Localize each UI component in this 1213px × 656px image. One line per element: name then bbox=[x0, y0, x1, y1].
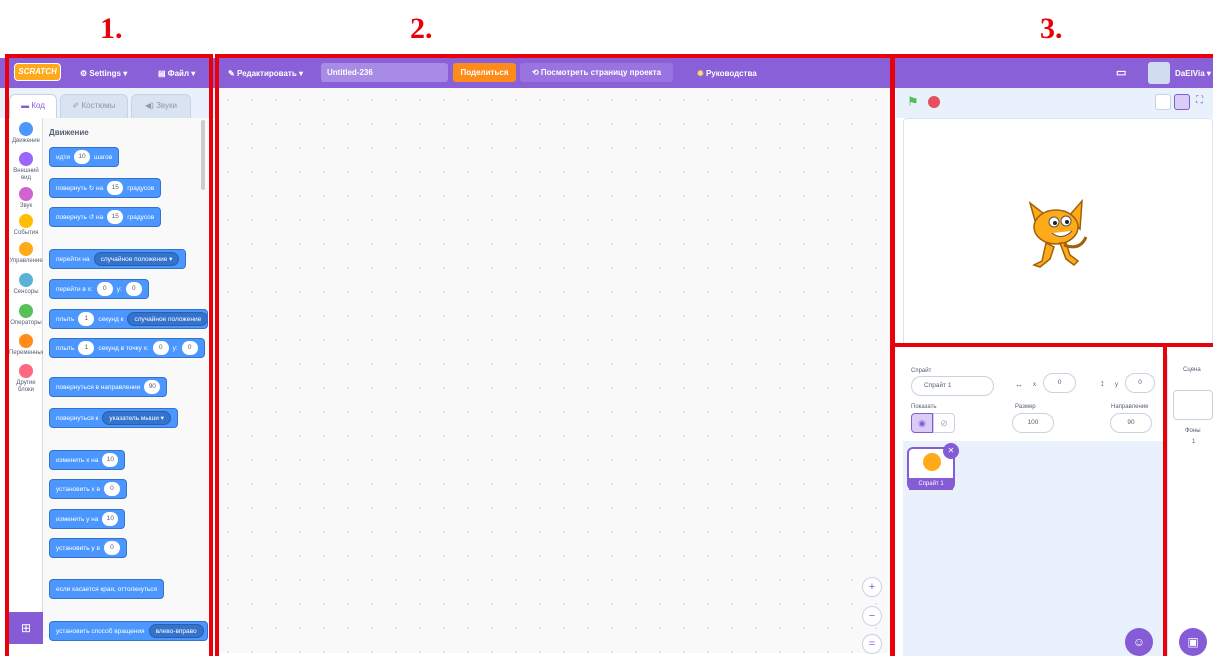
scratch-editor: 1. 2. 3. SCRATCH ⚙ Settings ▾ ▤ Файл ▾ ✎… bbox=[0, 0, 1213, 656]
section-label-2: 2. bbox=[410, 12, 433, 45]
annotation-frame-sprites bbox=[890, 343, 1167, 656]
annotation-frame-1 bbox=[5, 54, 213, 656]
section-label-3: 3. bbox=[1040, 12, 1063, 45]
annotation-frame-stage bbox=[1163, 343, 1213, 656]
annotation-frame-2 bbox=[215, 54, 895, 656]
annotation-frame-3 bbox=[890, 54, 1213, 347]
section-label-1: 1. bbox=[100, 12, 123, 45]
